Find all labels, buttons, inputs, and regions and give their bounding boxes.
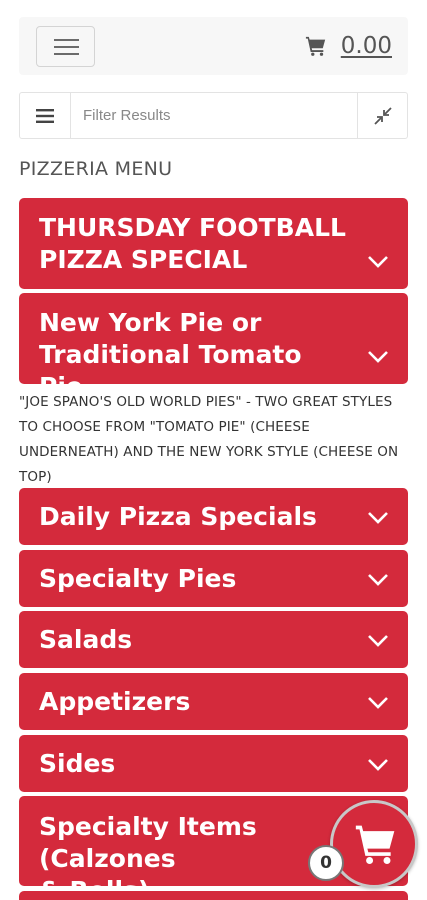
category-list-button[interactable] [20,93,71,138]
hamburger-icon-bar [54,53,79,55]
category-next-partial[interactable] [19,891,408,900]
category-description: "JOE SPANO'S OLD WORLD PIES" - TWO GREAT… [19,394,399,485]
category-label: Salads [39,625,133,654]
hamburger-icon-bar [54,46,79,48]
category-sides[interactable]: Sides [19,735,408,792]
category-label: Appetizers [39,687,191,716]
floating-cart-button[interactable] [330,800,418,888]
cart-icon [305,36,325,56]
cart-total[interactable]: 0.00 [341,33,392,59]
chevron-down-icon [368,512,388,524]
chevron-down-icon [368,635,388,647]
category-new-york-pie[interactable]: New York Pie or Traditional Tomato Pie [19,293,408,401]
category-label: New York Pie or Traditional Tomato Pie [39,308,302,401]
category-specialty-pies[interactable]: Specialty Pies [19,550,408,607]
category-label: Specialty Items (Calzones & Rolls) [39,812,257,900]
chevron-down-icon [368,351,388,363]
chevron-down-icon [368,759,388,771]
filter-input[interactable] [71,93,357,138]
hamburger-icon-bar [54,39,79,41]
category-salads[interactable]: Salads [19,611,408,668]
shopping-cart-icon [355,825,395,864]
chevron-down-icon [368,574,388,586]
category-label: Specialty Pies [39,564,237,593]
collapse-all-button[interactable] [357,93,407,138]
page-title: PIZZERIA MENU [19,158,173,180]
header-cart-link[interactable]: 0.00 [305,32,392,60]
category-daily-pizza-specials[interactable]: Daily Pizza Specials [19,488,408,545]
category-label: Daily Pizza Specials [39,502,317,531]
collapse-icon [373,106,392,125]
list-icon [36,108,54,123]
category-label: THURSDAY FOOTBALL PIZZA SPECIAL [39,213,346,274]
top-navbar: 0.00 [19,17,408,75]
category-thursday-football-special[interactable]: THURSDAY FOOTBALL PIZZA SPECIAL [19,198,408,289]
category-appetizers[interactable]: Appetizers [19,673,408,730]
cart-count-badge: 0 [308,845,344,881]
chevron-down-icon [368,256,388,268]
chevron-down-icon [368,697,388,709]
category-label: Sides [39,749,116,778]
hamburger-menu-button[interactable] [36,26,95,67]
filter-bar [19,92,408,139]
